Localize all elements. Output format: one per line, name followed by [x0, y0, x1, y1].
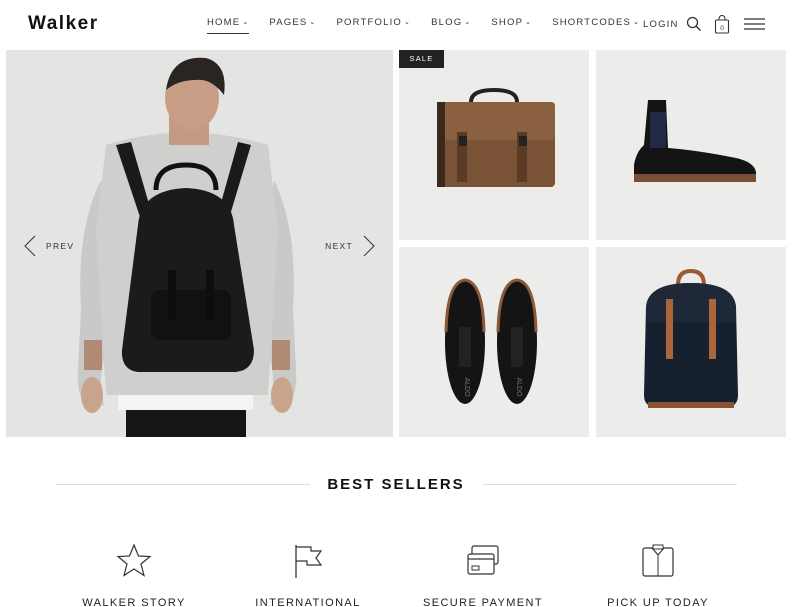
hero-slider: PREV NEXT [6, 50, 393, 437]
site-logo[interactable]: Walker [28, 13, 99, 35]
credit-card-icon [467, 545, 499, 575]
product-tile-chelsea-boot[interactable] [596, 50, 786, 240]
nav-item-shop[interactable]: SHOP ⌄ [491, 17, 532, 34]
feature-walker-story[interactable]: WALKER STORY [44, 542, 224, 607]
flag-icon [295, 545, 323, 578]
feature-international[interactable]: INTERNATIONAL [218, 542, 398, 607]
product-tile-backpack[interactable] [596, 247, 786, 437]
nav-item-portfolio[interactable]: PORTFOLIO ⌄ [337, 17, 412, 34]
site-header: Walker HOME ⌄ PAGES ⌄ PORTFOLIO ⌄ BLOG ⌄ SHO… [0, 0, 792, 50]
sale-badge: SALE [399, 50, 444, 68]
oxford-shoes-image: ALDO ALDO [399, 247, 589, 437]
nav-item-pages[interactable]: PAGES ⌄ [269, 17, 316, 34]
nav-label: SHORTCODES [552, 17, 632, 28]
chevron-down-icon: ⌄ [242, 19, 250, 26]
product-tile-oxford-shoes[interactable]: ALDO ALDO [399, 247, 589, 437]
hamburger-menu-icon[interactable] [744, 17, 765, 31]
chelsea-boot-image [596, 50, 786, 240]
chevron-down-icon: ⌄ [525, 19, 533, 26]
feature-label: WALKER STORY [82, 597, 186, 607]
login-link[interactable]: LOGIN [643, 19, 679, 30]
feature-label: PICK UP TODAY [607, 597, 709, 607]
nav-label: PORTFOLIO [336, 17, 403, 28]
shoe-brand-left: ALDO [463, 377, 470, 397]
shirt-box-icon [642, 544, 674, 577]
nav-item-shortcodes[interactable]: SHORTCODES ⌄ [552, 17, 640, 34]
next-label: NEXT [325, 241, 353, 251]
search-icon[interactable] [686, 16, 702, 32]
cart-icon[interactable]: 0 [714, 15, 730, 34]
main-nav: HOME ⌄ PAGES ⌄ PORTFOLIO ⌄ BLOG ⌄ SHOP ⌄ SHOR… [207, 17, 640, 34]
satchel-bag-image [399, 50, 589, 240]
nav-label: HOME [207, 17, 241, 28]
nav-label: PAGES [269, 17, 308, 28]
chevron-right-icon [363, 235, 375, 257]
star-icon [116, 543, 152, 577]
prev-slide-button[interactable]: PREV [24, 235, 74, 257]
product-tile-satchel[interactable]: SALE [399, 50, 589, 240]
chevron-down-icon: ⌄ [309, 19, 317, 26]
shoe-brand-right: ALDO [515, 377, 522, 397]
feature-label: SECURE PAYMENT [422, 597, 544, 607]
nav-item-home[interactable]: HOME ⌄ [207, 17, 250, 34]
feature-secure-payment[interactable]: SECURE PAYMENT [393, 542, 573, 607]
nav-item-blog[interactable]: BLOG ⌄ [431, 17, 471, 34]
chevron-down-icon: ⌄ [464, 19, 472, 26]
cart-count: 0 [720, 25, 724, 32]
feature-label: INTERNATIONAL [255, 597, 361, 607]
feature-pick-up-today[interactable]: PICK UP TODAY [568, 542, 748, 607]
best-sellers-title: BEST SELLERS [327, 476, 465, 493]
navy-backpack-image [596, 247, 786, 437]
chevron-left-icon [24, 235, 36, 257]
chevron-down-icon: ⌄ [404, 19, 412, 26]
next-slide-button[interactable]: NEXT [325, 235, 375, 257]
chevron-down-icon: ⌄ [633, 19, 641, 26]
nav-label: BLOG [431, 17, 463, 28]
prev-label: PREV [46, 241, 75, 251]
nav-label: SHOP [491, 17, 524, 28]
